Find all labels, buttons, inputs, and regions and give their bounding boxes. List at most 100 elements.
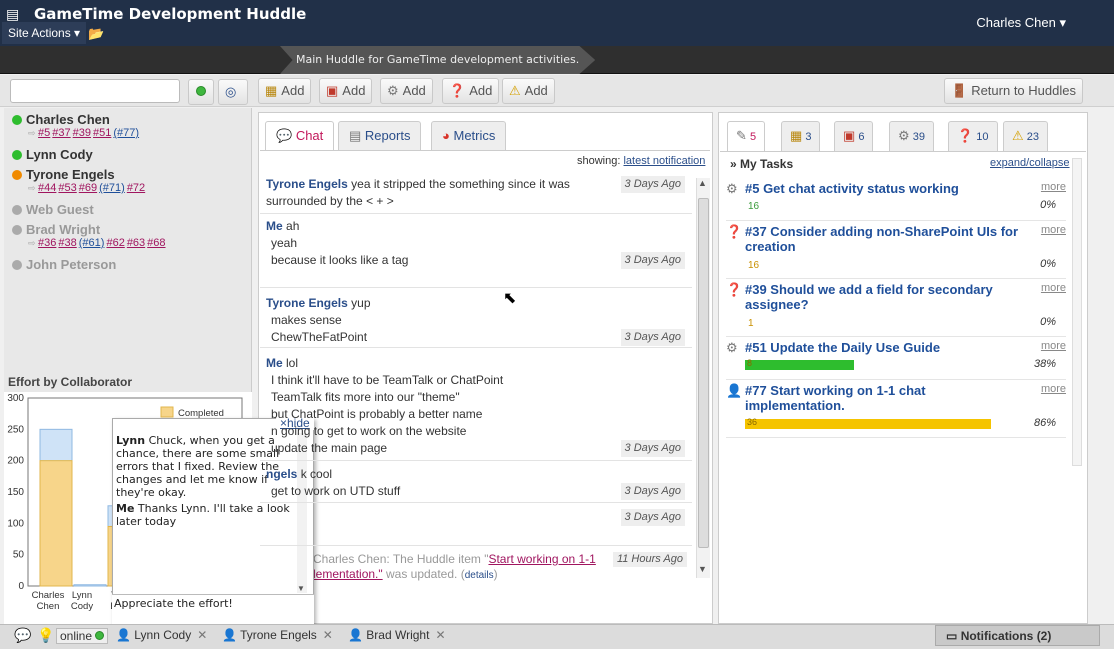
task-type-tab[interactable]: ❓ 10 (948, 121, 998, 151)
details-link[interactable]: details (465, 570, 494, 581)
task-link[interactable]: #62 (106, 237, 124, 249)
tab-metrics[interactable]: ◕ Metrics (431, 121, 507, 151)
task-link[interactable]: #37 (52, 127, 70, 139)
task-title[interactable]: #77 Start working on 1-1 chat implementa… (745, 383, 1025, 413)
message-sender[interactable]: Me (266, 219, 283, 233)
status-button[interactable] (188, 79, 214, 105)
add-task-button[interactable]: ⚙ Add (380, 78, 433, 104)
popup-chat-input[interactable]: Appreciate the effort! (112, 594, 314, 626)
task-link[interactable]: (#61) (79, 237, 105, 249)
message-sender[interactable]: ngels (266, 467, 297, 481)
add-question-button[interactable]: ❓ Add (442, 78, 500, 104)
task-link[interactable]: (#71) (99, 182, 125, 194)
more-link[interactable]: more (1041, 383, 1066, 395)
task-item: ⚙ #5 Get chat activity status working more… (726, 181, 1066, 221)
task-link[interactable]: (#77) (113, 127, 139, 139)
task-link[interactable]: #36 (38, 237, 56, 249)
task-type-tab[interactable]: ▣ 6 (834, 121, 874, 151)
task-link[interactable]: #53 (58, 182, 76, 194)
return-to-huddles-button[interactable]: 🚪 Return to Huddles (944, 78, 1083, 104)
more-link[interactable]: more (1041, 181, 1066, 193)
add-issue-button[interactable]: ⚠ Add (502, 78, 555, 104)
popup-scrollbar[interactable]: ▼ (297, 433, 307, 593)
person-tyrone-engels[interactable]: Tyrone Engels (12, 167, 115, 182)
task-title[interactable]: #39 Should we add a field for secondary … (745, 282, 1025, 312)
tasks-scrollbar[interactable] (1072, 158, 1082, 466)
person-john-peterson[interactable]: John Peterson (12, 257, 116, 272)
person-brad-wright[interactable]: Brad Wright (12, 222, 100, 237)
task-type-tab[interactable]: ⚙ 39 (889, 121, 934, 151)
lightbulb-icon[interactable]: 💡 (37, 627, 54, 644)
task-type-tab[interactable]: ▦ 3 (781, 121, 821, 151)
search-input[interactable] (10, 79, 180, 103)
user-menu[interactable]: Charles Chen ▾ (976, 15, 1066, 31)
task-title[interactable]: #5 Get chat activity status working (745, 181, 1025, 196)
expand-collapse-link[interactable]: expand/collapse (990, 157, 1070, 169)
arrow-icon: ⇨ (28, 183, 39, 193)
arrow-icon: ⇨ (28, 128, 39, 138)
message-sender[interactable]: Tyrone Engels (266, 177, 348, 191)
document-icon: ▦ (265, 83, 278, 98)
notice-item-link[interactable]: Start working on 1-1 (488, 552, 595, 566)
person-charles-chen[interactable]: Charles Chen (12, 112, 110, 127)
scroll-up-icon[interactable]: ▲ (698, 178, 707, 188)
task-link[interactable]: #72 (127, 182, 145, 194)
message-line: I think it'll have to be TeamTalk or Cha… (271, 373, 504, 387)
person-web-guest[interactable]: Web Guest (12, 202, 94, 217)
chat-message: ngels k cool get to work on UTD stuff 3 Da… (266, 466, 691, 500)
task-link[interactable]: #63 (127, 237, 145, 249)
add-event-button[interactable]: ▣ Add (319, 78, 373, 104)
notice-item-link-cont[interactable]: lementation." (313, 567, 383, 581)
task-link[interactable]: #44 (38, 182, 56, 194)
message-sender[interactable]: Tyrone Engels (266, 296, 348, 310)
message-separator (260, 545, 692, 546)
task-title[interactable]: #51 Update the Daily Use Guide (745, 340, 1025, 355)
x-tick-label: Charles (32, 590, 65, 601)
add-document-button[interactable]: ▦ Add (258, 78, 312, 104)
task-type-tab[interactable]: ✎ 5 (727, 121, 766, 151)
task-type-tab[interactable]: ⚠ 23 (1003, 121, 1048, 151)
close-icon[interactable]: ✕ (197, 628, 207, 642)
close-icon[interactable]: ✕ (323, 628, 333, 642)
message-separator (260, 347, 692, 348)
more-link[interactable]: more (1041, 224, 1066, 236)
task-link[interactable]: #51 (93, 127, 111, 139)
chat-tab-tyrone[interactable]: 👤 Tyrone Engels ✕ (222, 628, 333, 642)
chat-scrollbar[interactable]: ▲ ▼ (696, 178, 710, 578)
chat-tab-lynn[interactable]: 👤 Lynn Cody ✕ (116, 628, 207, 642)
site-actions-menu[interactable]: Site Actions ▾ (2, 22, 87, 44)
more-link[interactable]: more (1041, 282, 1066, 294)
tab-reports[interactable]: ▤ Reports (338, 121, 422, 151)
online-status-selector[interactable]: online (56, 628, 109, 644)
person-lynn-cody[interactable]: Lynn Cody (12, 147, 93, 162)
broadcast-button[interactable]: ◎ (218, 79, 248, 105)
chat-message: Tyrone Engels yup makes sense ChewTheFatPo… (266, 295, 691, 346)
task-link[interactable]: #68 (147, 237, 165, 249)
message-sender[interactable]: Me (266, 356, 283, 370)
more-link[interactable]: more (1041, 340, 1066, 352)
chat-scroll-thumb[interactable] (698, 198, 709, 548)
task-title[interactable]: #37 Consider adding non-SharePoint UIs f… (745, 224, 1025, 254)
legend-swatch (160, 406, 174, 418)
close-icon[interactable]: ✕ (435, 628, 445, 642)
pencil-icon: ✎ (736, 128, 747, 143)
latest-notification-link[interactable]: latest notification (623, 155, 705, 167)
person-task-links: ⇨ #36 #38 (#61) #62 #63 #68 (28, 237, 168, 249)
task-link[interactable]: #5 (38, 127, 50, 139)
task-link[interactable]: #38 (58, 237, 76, 249)
popup-scroll-down-icon[interactable]: ▼ (297, 584, 305, 593)
task-link[interactable]: #39 (73, 127, 91, 139)
navigate-up-icon[interactable]: 📂 (88, 26, 106, 42)
chat-bubble-icon[interactable]: 💬 (14, 627, 31, 644)
progress-fill (745, 419, 991, 429)
chat-tab-brad[interactable]: 👤 Brad Wright ✕ (348, 628, 446, 642)
add-issue-label: Add (524, 83, 548, 98)
notifications-button[interactable]: ▭ Notifications (2) (935, 625, 1100, 646)
task-count: 16 (748, 201, 760, 212)
task-link[interactable]: #69 (79, 182, 97, 194)
task-icon: ⚙ (387, 83, 399, 98)
y-tick-label: 0 (18, 581, 24, 592)
scroll-down-icon[interactable]: ▼ (698, 564, 707, 574)
message-timestamp: 3 Days Ago (620, 509, 685, 526)
tab-chat[interactable]: 💬 Chat (265, 121, 335, 151)
